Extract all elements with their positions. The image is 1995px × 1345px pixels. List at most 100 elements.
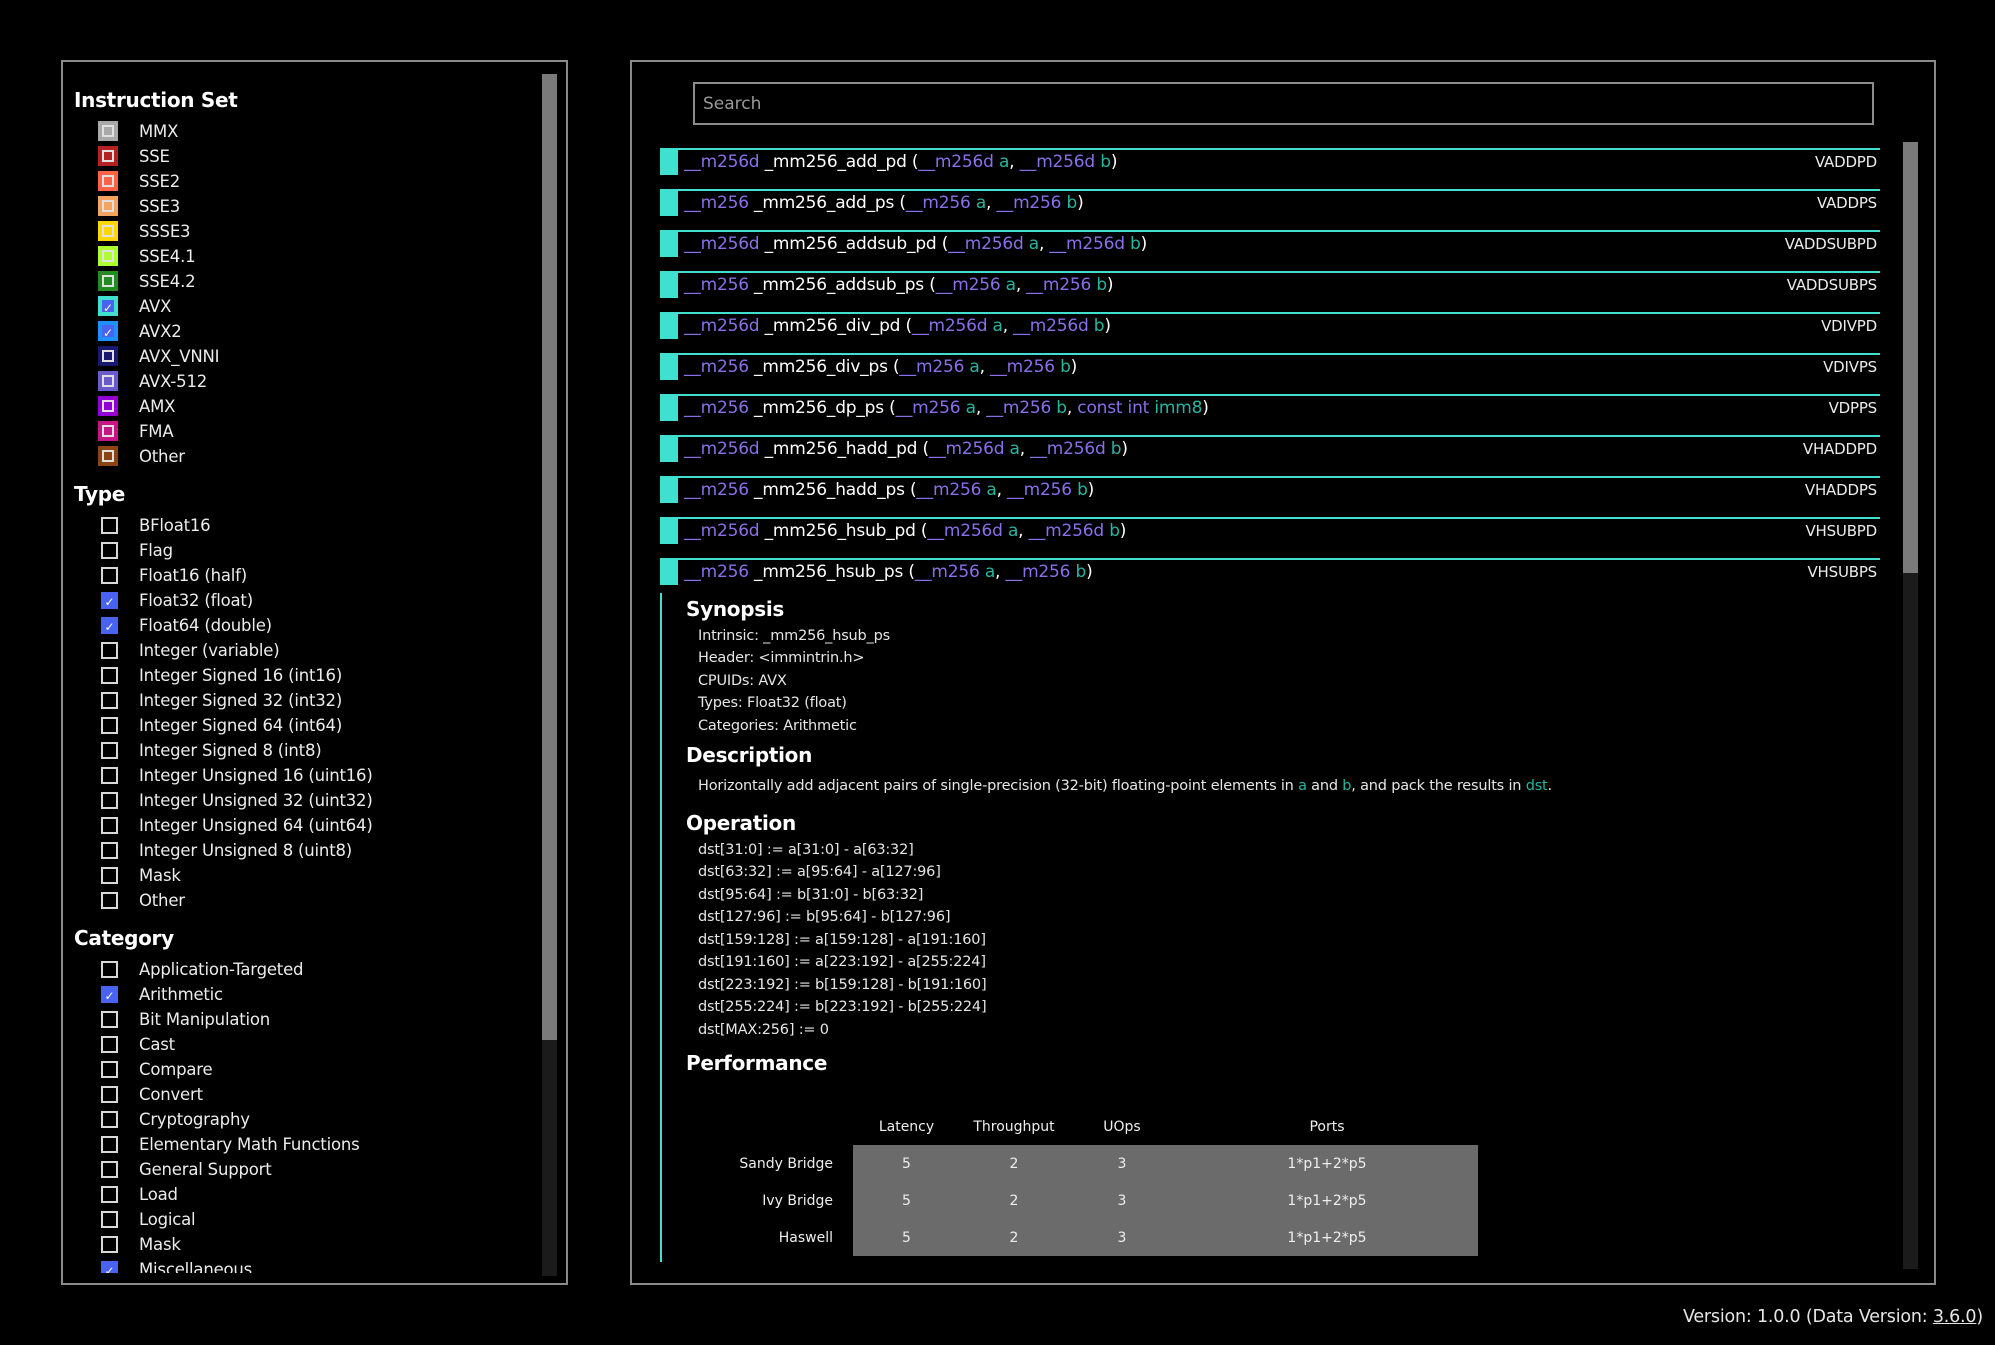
checkbox[interactable]: ✓ [101,986,118,1003]
filter-item-instruction-set[interactable]: ✓ AVX2 [63,319,536,344]
checkbox[interactable] [101,961,118,978]
filter-item-category[interactable]: Logical [63,1207,536,1232]
checkbox[interactable] [101,892,118,909]
checkbox[interactable] [98,371,118,391]
checkbox[interactable] [101,1186,118,1203]
filter-item-type[interactable]: Integer Signed 64 (int64) [63,713,536,738]
checkbox[interactable] [101,1211,118,1228]
filter-item-type[interactable]: BFloat16 [63,513,536,538]
filter-item-type[interactable]: ✓ Float32 (float) [63,588,536,613]
filter-item-type[interactable]: Integer Signed 32 (int32) [63,688,536,713]
filter-item-category[interactable]: Load [63,1182,536,1207]
filter-scrollbar[interactable] [542,74,557,1276]
filter-item-instruction-set[interactable]: SSE4.2 [63,269,536,294]
checkbox[interactable] [101,567,118,584]
checkbox[interactable] [101,1086,118,1103]
checkbox[interactable]: ✓ [101,617,118,634]
filter-item-category[interactable]: Application-Targeted [63,957,536,982]
checkbox[interactable] [98,196,118,216]
filter-scrollbar-thumb[interactable] [542,74,557,1040]
checkbox[interactable] [98,396,118,416]
filter-item-type[interactable]: Integer Signed 16 (int16) [63,663,536,688]
filter-item-category[interactable]: ✓ Arithmetic [63,982,536,1007]
checkbox[interactable] [101,1136,118,1153]
filter-item-instruction-set[interactable]: SSE [63,144,536,169]
checkbox[interactable] [101,767,118,784]
checkbox[interactable] [101,1036,118,1053]
filter-item-category[interactable]: Elementary Math Functions [63,1132,536,1157]
results-scrollbar[interactable] [1903,142,1918,1269]
checkbox[interactable] [101,642,118,659]
checkbox[interactable] [98,421,118,441]
intrinsic-row[interactable]: __m256 _mm256_div_ps (__m256 a, __m256 b… [660,353,1880,394]
filter-item-category[interactable]: ✓ Miscellaneous [63,1257,536,1273]
checkbox[interactable] [101,517,118,534]
checkbox[interactable] [98,121,118,141]
filter-item-instruction-set[interactable]: MMX [63,119,536,144]
checkbox[interactable] [101,842,118,859]
checkbox[interactable]: ✓ [101,592,118,609]
intrinsic-row[interactable]: __m256 _mm256_dp_ps (__m256 a, __m256 b,… [660,394,1880,435]
filter-item-type[interactable]: Integer Unsigned 32 (uint32) [63,788,536,813]
filter-item-type[interactable]: Integer Unsigned 64 (uint64) [63,813,536,838]
filter-item-type[interactable]: Integer Unsigned 8 (uint8) [63,838,536,863]
intrinsic-row[interactable]: __m256d _mm256_hadd_pd (__m256d a, __m25… [660,435,1880,476]
checkbox[interactable] [98,246,118,266]
filter-item-instruction-set[interactable]: AVX-512 [63,369,536,394]
filter-item-instruction-set[interactable]: SSSE3 [63,219,536,244]
filter-item-category[interactable]: Cast [63,1032,536,1057]
checkbox[interactable] [101,1236,118,1253]
filter-item-instruction-set[interactable]: Other [63,444,536,469]
filter-item-instruction-set[interactable]: ✓ AVX [63,294,536,319]
filter-item-category[interactable]: Compare [63,1057,536,1082]
filter-item-type[interactable]: Integer Unsigned 16 (uint16) [63,763,536,788]
filter-item-instruction-set[interactable]: AMX [63,394,536,419]
checkbox[interactable] [101,717,118,734]
checkbox[interactable] [98,171,118,191]
checkbox[interactable] [101,1161,118,1178]
checkbox[interactable] [98,146,118,166]
checkbox[interactable]: ✓ [101,1261,118,1273]
intrinsic-row[interactable]: __m256 _mm256_add_ps (__m256 a, __m256 b… [660,189,1880,230]
intrinsic-row[interactable]: __m256d _mm256_addsub_pd (__m256d a, __m… [660,230,1880,271]
filter-item-instruction-set[interactable]: FMA [63,419,536,444]
checkbox[interactable] [101,542,118,559]
checkbox[interactable] [101,1011,118,1028]
checkbox[interactable] [101,792,118,809]
filter-item-type[interactable]: Integer (variable) [63,638,536,663]
checkbox[interactable] [98,346,118,366]
filter-item-type[interactable]: Other [63,888,536,913]
intrinsic-row[interactable]: __m256 _mm256_hadd_ps (__m256 a, __m256 … [660,476,1880,517]
checkbox[interactable] [101,667,118,684]
checkbox[interactable] [98,446,118,466]
checkbox[interactable] [101,817,118,834]
filter-item-category[interactable]: General Support [63,1157,536,1182]
filter-item-category[interactable]: Cryptography [63,1107,536,1132]
search-input[interactable] [693,82,1874,125]
filter-item-instruction-set[interactable]: SSE4.1 [63,244,536,269]
filter-item-type[interactable]: Flag [63,538,536,563]
results-scrollbar-thumb[interactable] [1903,142,1918,573]
filter-item-instruction-set[interactable]: SSE2 [63,169,536,194]
intrinsic-row[interactable]: __m256d _mm256_hsub_pd (__m256d a, __m25… [660,517,1880,558]
intrinsic-row[interactable]: __m256 _mm256_addsub_ps (__m256 a, __m25… [660,271,1880,312]
checkbox[interactable] [101,867,118,884]
checkbox[interactable]: ✓ [98,321,118,341]
filter-item-type[interactable]: ✓ Float64 (double) [63,613,536,638]
filter-item-type[interactable]: Integer Signed 8 (int8) [63,738,536,763]
filter-item-instruction-set[interactable]: SSE3 [63,194,536,219]
intrinsic-row[interactable]: __m256d _mm256_add_pd (__m256d a, __m256… [660,148,1880,189]
intrinsic-row[interactable]: __m256 _mm256_hsub_ps (__m256 a, __m256 … [660,558,1880,591]
filter-item-type[interactable]: Mask [63,863,536,888]
filter-item-category[interactable]: Convert [63,1082,536,1107]
checkbox[interactable] [98,271,118,291]
filter-item-type[interactable]: Float16 (half) [63,563,536,588]
checkbox[interactable] [98,221,118,241]
intrinsic-row[interactable]: __m256d _mm256_div_pd (__m256d a, __m256… [660,312,1880,353]
checkbox[interactable] [101,1061,118,1078]
checkbox[interactable] [101,742,118,759]
checkbox[interactable]: ✓ [98,296,118,316]
filter-item-category[interactable]: Mask [63,1232,536,1257]
filter-item-category[interactable]: Bit Manipulation [63,1007,536,1032]
filter-item-instruction-set[interactable]: AVX_VNNI [63,344,536,369]
